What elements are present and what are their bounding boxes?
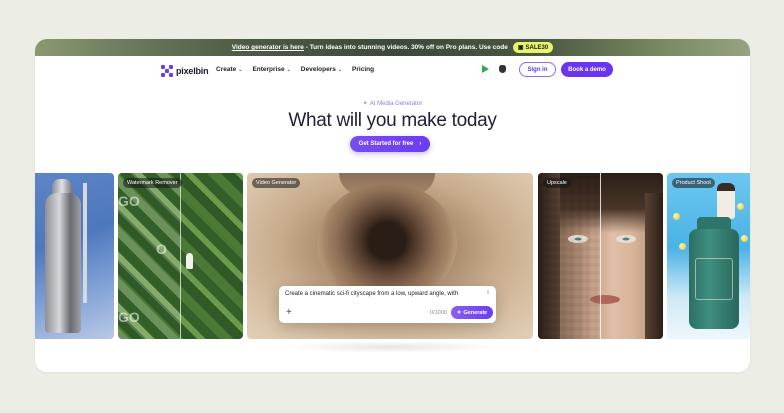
- showcase-card-knight[interactable]: [35, 173, 114, 339]
- floating-orb: [737, 203, 744, 210]
- showcase-card-product-shoot[interactable]: Product Shoot: [667, 173, 750, 339]
- chevron-down-icon: ⌄: [337, 66, 343, 73]
- generate-button[interactable]: ✦ Generate: [451, 306, 493, 319]
- watermark-glyph: O: [156, 241, 167, 257]
- card-label: Video Generator: [252, 178, 301, 188]
- sparkle-icon: ✦: [362, 101, 368, 107]
- sword: [83, 183, 87, 303]
- add-attachment-icon[interactable]: +: [286, 307, 292, 318]
- chevron-down-icon: ⌄: [286, 66, 291, 73]
- showcase-card-watermark-remover[interactable]: GO O GO Watermark Remover: [118, 173, 243, 339]
- coupon-code-badge[interactable]: ▣ SALE30: [512, 42, 554, 53]
- eye-right: [616, 235, 636, 243]
- compare-divider[interactable]: [600, 173, 601, 339]
- apple-icon[interactable]: [499, 65, 506, 73]
- chevron-right-icon: ›: [419, 141, 422, 147]
- sandworm-mouth: [317, 183, 457, 303]
- showcase-card-video-generator[interactable]: Video Generator Create a cinematic sci-f…: [247, 173, 533, 339]
- menu-enterprise[interactable]: Enterprise ⌄: [252, 66, 290, 73]
- model-figure: [717, 183, 735, 219]
- pixelbin-logo-icon: [161, 65, 173, 77]
- logo[interactable]: pixelbin: [161, 65, 209, 77]
- card-label: Watermark Remover: [123, 178, 182, 188]
- sparkle-icon: ✦: [456, 309, 462, 316]
- main-menu: Create ⌄ Enterprise ⌄ Developers ⌄ Pricing: [216, 66, 374, 73]
- compare-divider[interactable]: [180, 173, 181, 339]
- logo-text: pixelbin: [176, 66, 209, 76]
- knight-armor: [45, 193, 81, 333]
- get-started-button[interactable]: Get Started for free ›: [350, 136, 430, 152]
- prompt-input[interactable]: Create a cinematic sci-fi cityscape from…: [285, 291, 458, 297]
- bottle-label: [695, 258, 733, 300]
- card-label: Upscale: [543, 178, 571, 188]
- app-store-links: [482, 65, 506, 73]
- tag-icon: ▣: [517, 45, 524, 51]
- showcase-card-upscale[interactable]: Upscale: [538, 173, 663, 339]
- book-demo-button[interactable]: Book a demo: [561, 62, 613, 77]
- hero-headline: What will you make today: [288, 110, 497, 131]
- browser-frame: Video generator is here - Turn ideas int…: [35, 39, 750, 372]
- low-res-half: [538, 173, 600, 339]
- resize-handle-icon[interactable]: ⇕: [486, 290, 490, 296]
- top-nav: pixelbin Create ⌄ Enterprise ⌄ Developers ⌄…: [35, 56, 750, 86]
- menu-create[interactable]: Create ⌄: [216, 66, 242, 73]
- prompt-box: Create a cinematic sci-fi cityscape from…: [279, 286, 496, 323]
- floating-orb: [679, 243, 686, 250]
- banner-text: Video generator is here - Turn ideas int…: [231, 44, 508, 51]
- google-play-icon[interactable]: [482, 65, 489, 73]
- sign-in-button[interactable]: Sign in: [519, 62, 556, 77]
- floating-orb: [741, 235, 748, 242]
- menu-developers[interactable]: Developers ⌄: [301, 66, 342, 73]
- menu-pricing[interactable]: Pricing: [352, 66, 374, 73]
- watermark-glyph: GO: [118, 309, 140, 325]
- hair-right: [645, 193, 663, 339]
- promo-banner[interactable]: Video generator is here - Turn ideas int…: [35, 39, 750, 56]
- hero-kicker: ✦ AI Media Generator: [362, 101, 423, 107]
- bride-figure: [186, 253, 193, 269]
- card-shadow: [280, 341, 500, 353]
- card-label: Product Shoot: [672, 178, 715, 188]
- character-counter: 0/1000: [430, 310, 447, 316]
- chevron-down-icon: ⌄: [238, 66, 243, 73]
- floating-orb: [673, 213, 680, 220]
- watermark-glyph: GO: [118, 193, 140, 209]
